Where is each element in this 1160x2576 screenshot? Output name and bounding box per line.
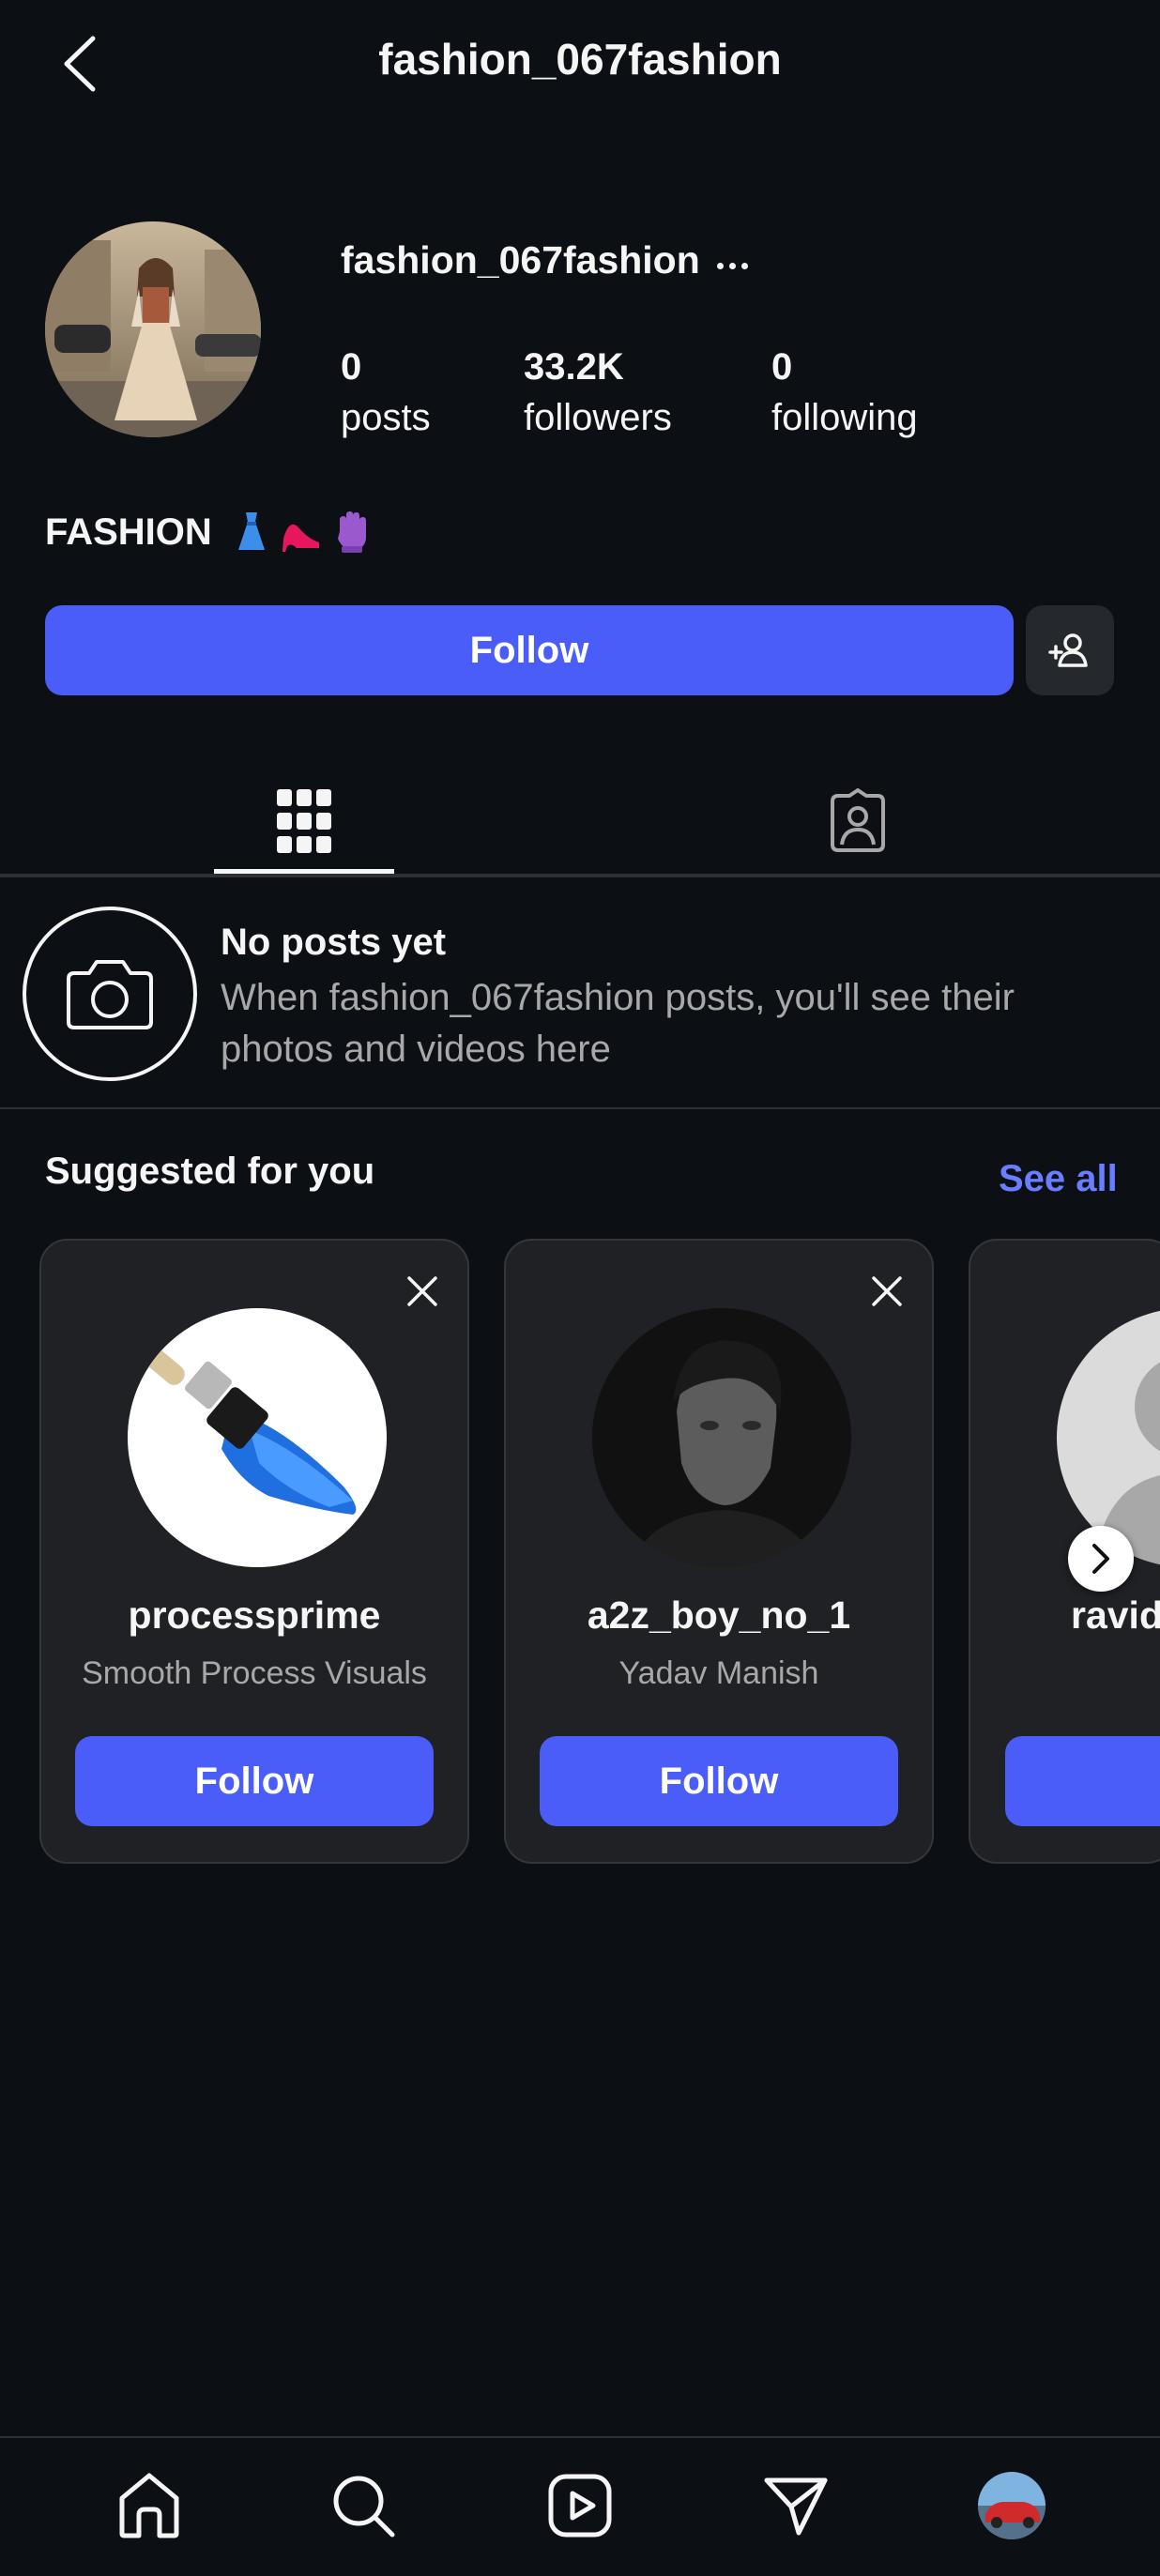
active-tab-indicator — [214, 869, 394, 874]
followers-label: followers — [524, 397, 672, 438]
empty-state-camera — [23, 907, 197, 1081]
posts-stat: 0 posts — [341, 342, 431, 443]
grid-icon — [277, 789, 331, 853]
suggestion-username: a2z_boy_no_1 — [587, 1593, 851, 1637]
more-options-button[interactable] — [706, 242, 758, 289]
see-all-link[interactable]: See all — [999, 1158, 1118, 1200]
posts-count: 0 — [341, 346, 362, 388]
suggestion-avatar[interactable] — [592, 1308, 851, 1567]
glove-icon — [337, 511, 366, 553]
nav-profile[interactable] — [969, 2461, 1055, 2551]
suggestion-follow-button[interactable]: Follow — [75, 1736, 434, 1826]
suggestion-follow-button[interactable]: Fo — [1005, 1736, 1160, 1826]
follow-button[interactable]: Follow — [45, 605, 1014, 695]
profile-avatar[interactable] — [45, 221, 261, 437]
empty-state-description: When fashion_067fashion posts, you'll se… — [221, 977, 1015, 1070]
suggestion-subtitle: Smooth Process Visuals — [82, 1655, 427, 1691]
followers-stat[interactable]: 33.2K followers — [524, 342, 672, 443]
camera-icon — [67, 960, 153, 1029]
section-divider — [0, 1107, 1160, 1109]
nav-reels[interactable] — [537, 2461, 623, 2551]
home-icon — [119, 2473, 179, 2538]
empty-state-title: No posts yet — [221, 922, 447, 963]
suggestion-follow-button[interactable]: Follow — [540, 1736, 898, 1826]
tabs-divider — [0, 874, 1160, 877]
tagged-icon — [831, 788, 885, 852]
nav-messages[interactable] — [753, 2461, 839, 2551]
send-icon — [764, 2477, 828, 2536]
suggestion-username: ravid — [1071, 1593, 1160, 1637]
close-icon — [407, 1276, 437, 1306]
reels-icon — [548, 2474, 612, 2538]
suggestion-avatar[interactable] — [128, 1308, 387, 1567]
close-icon — [872, 1276, 902, 1306]
suggestion-card[interactable]: a2z_boy_no_1 Yadav Manish Follow — [504, 1239, 934, 1864]
following-count: 0 — [771, 346, 793, 388]
search-icon — [333, 2476, 395, 2538]
suggestion-username: processprime — [128, 1593, 381, 1637]
more-dot — [716, 262, 724, 269]
nav-search[interactable] — [320, 2461, 406, 2551]
following-label: following — [771, 397, 918, 438]
dismiss-suggestion-button[interactable] — [862, 1267, 911, 1316]
page-title: fashion_067fashion — [378, 35, 782, 84]
chevron-right-icon — [1092, 1544, 1109, 1574]
dismiss-suggestion-button[interactable] — [398, 1267, 447, 1316]
add-person-icon — [1048, 633, 1088, 667]
profile-username: fashion_067fashion — [341, 238, 700, 282]
following-stat[interactable]: 0 following — [771, 342, 918, 443]
more-dot — [740, 262, 748, 269]
tab-tagged[interactable] — [768, 770, 948, 873]
suggestion-card[interactable]: processprime Smooth Process Visuals Foll… — [39, 1239, 469, 1864]
scroll-next-button[interactable] — [1068, 1526, 1134, 1592]
followers-count: 33.2K — [524, 346, 624, 388]
high-heel-icon — [282, 524, 319, 552]
suggestion-subtitle: Yadav Manish — [618, 1655, 819, 1691]
more-dot — [728, 262, 736, 269]
posts-label: posts — [341, 397, 431, 438]
suggested-title: Suggested for you — [45, 1151, 375, 1192]
nav-home[interactable] — [106, 2461, 192, 2551]
profile-avatar — [978, 2472, 1046, 2539]
suggest-people-button[interactable] — [1026, 605, 1114, 695]
bio-text: FASHION — [45, 511, 212, 553]
profile-bio: FASHION — [45, 511, 372, 554]
dress-icon — [237, 512, 265, 550]
tab-posts-grid[interactable] — [214, 770, 394, 873]
